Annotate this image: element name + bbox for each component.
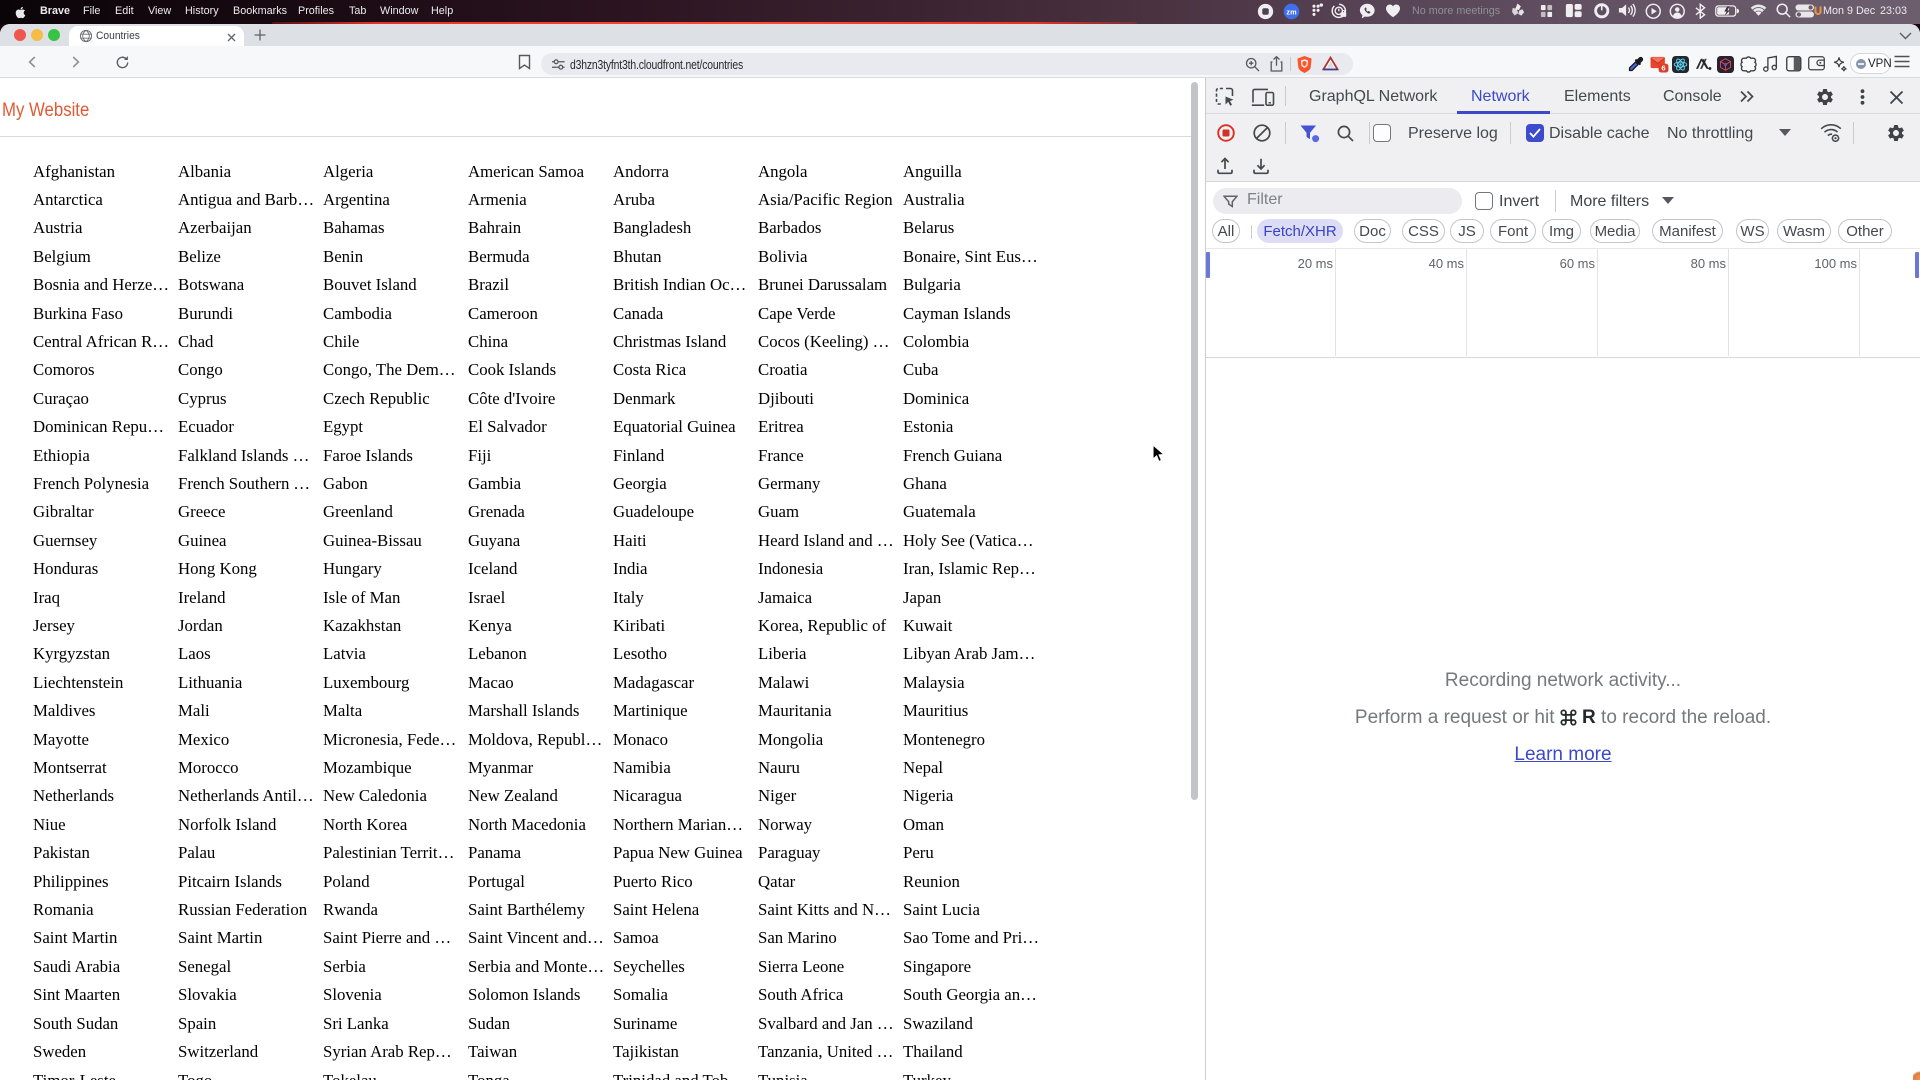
svg-text:zm: zm <box>1286 7 1297 16</box>
svg-text:6: 6 <box>1661 63 1665 72</box>
